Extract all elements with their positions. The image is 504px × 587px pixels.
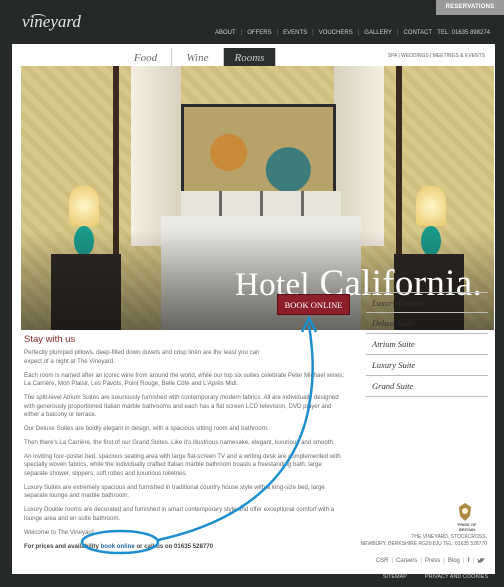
book-online-button[interactable]: BOOK ONLINE [277,294,350,315]
tab-wine[interactable]: Wine [172,48,224,68]
paragraph: Perfectly plumped pillows, deep-filled d… [24,349,260,365]
address: THE VINEYARD, STOCKCROSS, NEWBURY, BERKS… [360,534,487,547]
nav-events[interactable]: EVENTS [278,30,312,36]
tab-food[interactable]: Food [120,48,172,68]
paragraph: An inviting four-poster bed, spacious se… [24,453,341,477]
hero-image: Hotel California. [21,66,494,330]
nav-offers[interactable]: OFFERS [242,30,276,36]
paragraph: Welcome to The Vineyard. [24,528,96,536]
blog-link[interactable]: Blog [448,558,460,564]
book-online-link[interactable]: book online [101,543,135,550]
booking-line: For prices and availability book online … [24,542,214,550]
paragraph: The split-level Atrium Suites are luxuri… [24,394,339,419]
telephone: TEL: 01635 898274 [437,30,490,36]
top-nav: ABOUT | OFFERS | EVENTS | VOUCHERS | GALLERY… [210,30,437,36]
careers-link[interactable]: Careers [396,558,417,564]
csr-link[interactable]: CSR [376,558,389,564]
logo-mark-icon [30,14,46,22]
paragraph: Then there's La Carrière, the first of o… [24,439,335,447]
facebook-icon[interactable]: f [467,558,469,564]
bottom-links: SITEMAP PRIVACY AND COOKIES [383,574,488,580]
tab-rooms[interactable]: Rooms [224,48,276,68]
privacy-link[interactable]: PRIVACY AND COOKIES [425,574,488,580]
paragraph: Each room is named after an iconic wine … [24,371,345,388]
nav-about[interactable]: ABOUT [210,30,241,36]
section-tabs: Food Wine Rooms [120,48,276,68]
footer-links: CSR | Careers | Press | Blog | f | [376,557,485,564]
room-link-atrium-suite[interactable]: Atrium Suite [366,334,488,355]
nav-contact[interactable]: CONTACT [398,30,437,36]
crest-icon [459,503,471,521]
room-list: Luxury Double Deluxe Suite Atrium Suite … [366,292,488,397]
room-link-deluxe-suite[interactable]: Deluxe Suite [366,313,488,334]
press-link[interactable]: Press [425,558,440,564]
nav-gallery[interactable]: GALLERY [359,30,397,36]
twitter-icon[interactable] [477,557,485,564]
paragraph: Our Deluxe Suites are boldly elegant in … [24,425,269,433]
paragraph: Luxury Suites are extremely spacious and… [24,483,325,500]
room-link-grand-suite[interactable]: Grand Suite [366,376,488,397]
room-link-luxury-suite[interactable]: Luxury Suite [366,355,488,376]
sub-nav[interactable]: SPA | WEDDINGS | MEETINGS & EVENTS [388,53,485,59]
paragraph: Luxury Double rooms are decorated and fu… [24,506,335,522]
reservations-button[interactable]: RESERVATIONS [436,0,504,15]
nav-vouchers[interactable]: VOUCHERS [314,30,358,36]
crest-caption: PRIDE OF BRITAIN [457,522,477,532]
main-content: Stay with us Perfectly plumped pillows, … [24,334,346,557]
section-heading: Stay with us [24,334,76,345]
room-link-luxury-double[interactable]: Luxury Double [366,292,488,313]
page-panel: Food Wine Rooms SPA | WEDDINGS | MEETING… [12,44,495,574]
sitemap-link[interactable]: SITEMAP [383,574,407,580]
